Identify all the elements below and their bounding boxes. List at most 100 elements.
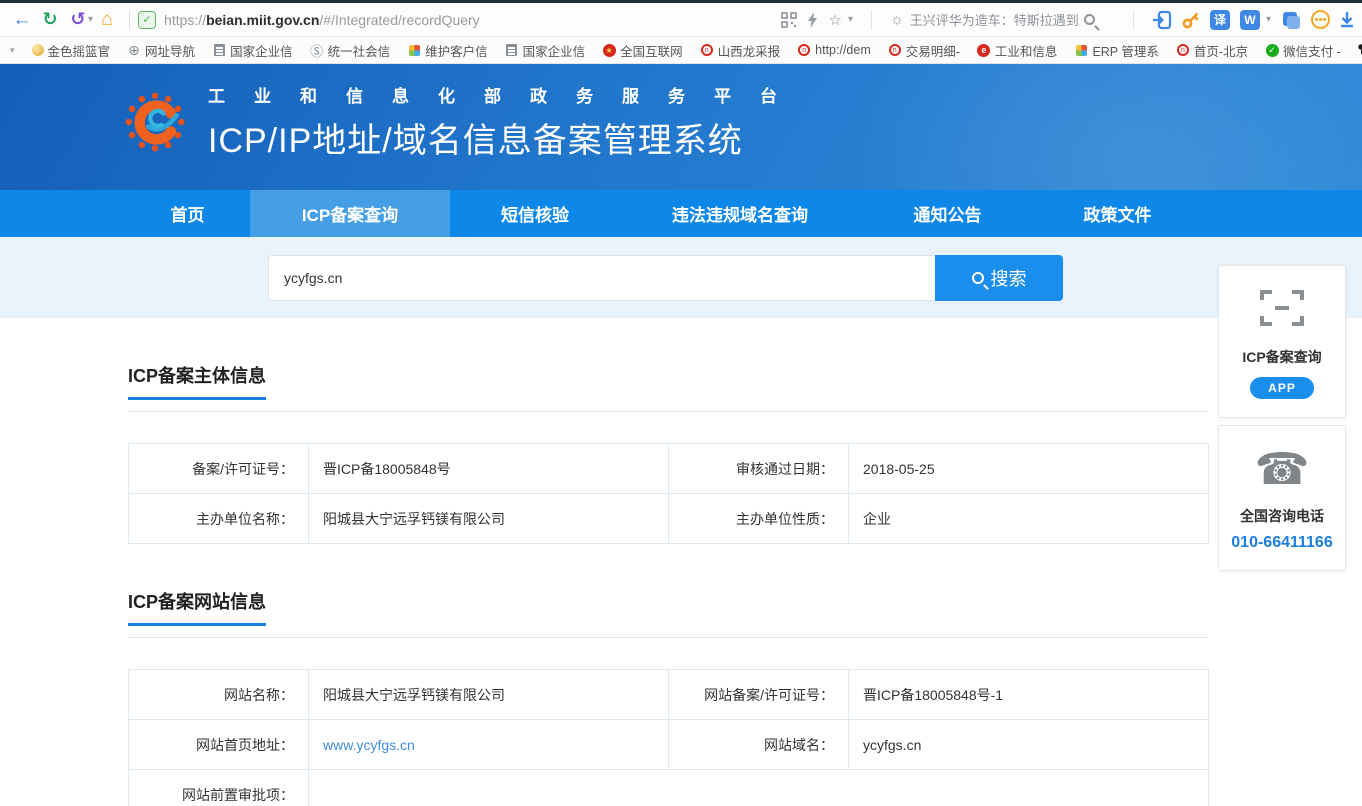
field-label: 网站备案/许可证号： (669, 670, 849, 720)
bookmark-item[interactable]: ✓微信支付 - (1265, 41, 1341, 60)
word-dropdown-icon[interactable]: ▾ (1266, 14, 1271, 25)
bookmarks-bar: ▾ 金色摇篮官 网址导航 国家企业信 统一社会信 维护客户信 国家企业信 ★ 全国… (0, 37, 1362, 64)
table-row: 主办单位名称： 阳城县大宁远孚钙镁有限公司 主办单位性质： 企业 (129, 494, 1209, 544)
field-value: www.ycyfgs.cn (309, 720, 669, 770)
field-value: 晋ICP备18005848号 (309, 444, 669, 494)
home-icon[interactable]: ⌂ (93, 6, 121, 34)
bookmark-item[interactable] (1358, 44, 1362, 57)
windows-stack-icon[interactable] (1281, 10, 1301, 30)
toolbar-divider (871, 10, 872, 30)
nav-sms-verify[interactable]: 短信核验 (450, 190, 620, 237)
menu-smiley-icon[interactable] (1311, 10, 1330, 29)
favorites-dropdown-icon[interactable]: ▾ (848, 14, 853, 25)
field-value: 晋ICP备18005848号-1 (849, 670, 1209, 720)
field-label: 网站前置审批项： (129, 770, 309, 806)
nav-illegal-domain-query[interactable]: 违法违规域名查询 (620, 190, 860, 237)
bookmark-item[interactable]: 维护客户信 (407, 41, 488, 60)
national-emblem-icon: ★ (602, 43, 616, 57)
hot-search-box[interactable]: ☼ 王兴评华为造车：特斯拉遇到 (890, 10, 1115, 29)
bookmark-item[interactable]: 统一社会信 (310, 41, 391, 60)
back-icon[interactable]: ← (8, 6, 36, 34)
star-favorite-icon[interactable]: ☆ (828, 11, 841, 29)
bookmark-item[interactable]: 网址导航 (127, 41, 195, 60)
bookmark-item[interactable]: nhttp://dem (797, 43, 871, 57)
table-row: 网站首页地址： www.ycyfgs.cn 网站域名： ycyfgs.cn (129, 720, 1209, 770)
search-icon[interactable] (1084, 14, 1095, 25)
website-home-link[interactable]: www.ycyfgs.cn (323, 737, 415, 753)
bookmark-label: 维护客户信 (425, 41, 488, 60)
field-value: 阳城县大宁远孚钙镁有限公司 (309, 670, 669, 720)
system-title: ICP/IP地址/域名信息备案管理系统 (208, 113, 806, 162)
hot-topic-icon: ☼ (890, 11, 904, 28)
website-section-title: ICP备案网站信息 (128, 588, 266, 626)
site-header: 工业和信息化部政务服务平台 ICP/IP地址/域名信息备案管理系统 (0, 64, 1362, 190)
bookmark-label: 首页-北京 (1194, 41, 1248, 60)
field-value: 企业 (849, 494, 1209, 544)
qr-scan-icon (1259, 288, 1305, 328)
bookmark-label: 国家企业信 (230, 41, 293, 60)
document-icon (505, 43, 519, 57)
nav-notices[interactable]: 通知公告 (860, 190, 1035, 237)
download-icon[interactable] (1340, 11, 1354, 29)
toolbar-right-icons: ☆ ▾ ☼ 王兴评华为造车：特斯拉遇到 译 W ▾ (781, 10, 1354, 30)
platform-title: 工业和信息化部政务服务平台 (208, 82, 806, 107)
field-label: 主办单位性质： (669, 494, 849, 544)
s-circle-icon (310, 43, 324, 57)
nav-home[interactable]: 首页 (125, 190, 250, 237)
field-label: 网站域名： (669, 720, 849, 770)
field-label: 主办单位名称： (129, 494, 309, 544)
search-button[interactable]: 搜索 (935, 255, 1063, 301)
nav-policy-docs[interactable]: 政策文件 (1035, 190, 1200, 237)
bookmark-item[interactable]: n山西龙采报 (700, 41, 781, 60)
bookmark-item[interactable]: ERP 管理系 (1074, 41, 1158, 60)
qr-code-icon[interactable] (781, 12, 797, 28)
bookmark-item[interactable]: n 首页-北京 (1176, 41, 1248, 60)
app-badge[interactable]: APP (1250, 377, 1314, 399)
color-grid-icon (407, 43, 421, 57)
bookmark-label: 微信支付 - (1283, 41, 1341, 60)
red-gear-icon: e (977, 43, 991, 57)
bookmark-item[interactable]: ★ 全国互联网 (602, 41, 683, 60)
red-ring-icon: n (1176, 43, 1190, 57)
bookmark-item[interactable]: 国家企业信 (505, 41, 586, 60)
address-bar[interactable]: ✓ https://beian.miit.gov.cn/#/Integrated… (138, 11, 781, 29)
bookmark-label: 金色摇篮官 (48, 41, 111, 60)
bookmarks-dropdown-icon[interactable]: ▾ (10, 45, 15, 56)
field-label: 网站首页地址： (129, 720, 309, 770)
field-value: 2018-05-25 (849, 444, 1209, 494)
search-icon (972, 272, 984, 284)
bookmark-label: 交易明细- (906, 41, 960, 60)
bookmark-item[interactable]: e工业和信息 (977, 41, 1058, 60)
bookmark-label: 统一社会信 (328, 41, 391, 60)
nav-icp-record-query[interactable]: ICP备案查询 (250, 190, 450, 237)
domain-search-input[interactable] (268, 255, 935, 301)
website-info-section: ICP备案网站信息 网站名称： 阳城县大宁远孚钙镁有限公司 网站备案/许可证号：… (128, 588, 1208, 806)
bookmark-label: 山西龙采报 (718, 41, 781, 60)
side-widgets: ICP备案查询 APP ☎ 全国咨询电话 010-66411166 (1218, 265, 1346, 571)
hot-search-text[interactable]: 王兴评华为造车：特斯拉遇到 (910, 10, 1078, 29)
shield-safe-icon[interactable]: ✓ (138, 11, 156, 29)
field-label: 备案/许可证号： (129, 444, 309, 494)
browser-toolbar: ← ↻ ↺ ▾ ⌂ ✓ https://beian.miit.gov.cn/#/… (0, 3, 1362, 37)
gold-sphere-icon (32, 44, 44, 56)
login-icon[interactable] (1152, 10, 1172, 30)
word-icon[interactable]: W (1240, 10, 1260, 30)
bookmark-item[interactable]: n交易明细- (888, 41, 960, 60)
key-icon[interactable] (1182, 11, 1200, 29)
url-text[interactable]: https://beian.miit.gov.cn/#/Integrated/r… (164, 12, 480, 28)
main-nav: 首页 ICP备案查询 短信核验 违法违规域名查询 通知公告 政策文件 (0, 190, 1362, 237)
color-grid-icon (1074, 43, 1088, 57)
app-qr-card[interactable]: ICP备案查询 APP (1218, 265, 1346, 418)
bookmark-label: 全国互联网 (620, 41, 683, 60)
subject-info-section: ICP备案主体信息 备案/许可证号： 晋ICP备18005848号 审核通过日期… (128, 362, 1208, 544)
bookmark-item[interactable]: 国家企业信 (212, 41, 293, 60)
translate-icon[interactable]: 译 (1210, 10, 1230, 30)
field-label: 网站名称： (129, 670, 309, 720)
toolbar-divider (129, 10, 130, 30)
globe-icon (127, 43, 141, 57)
field-label: 审核通过日期： (669, 444, 849, 494)
phone-card: ☎ 全国咨询电话 010-66411166 (1218, 425, 1346, 571)
lightning-icon[interactable] (807, 12, 818, 28)
bookmark-item[interactable]: 金色摇篮官 (32, 41, 111, 60)
refresh-icon[interactable]: ↻ (36, 6, 64, 34)
